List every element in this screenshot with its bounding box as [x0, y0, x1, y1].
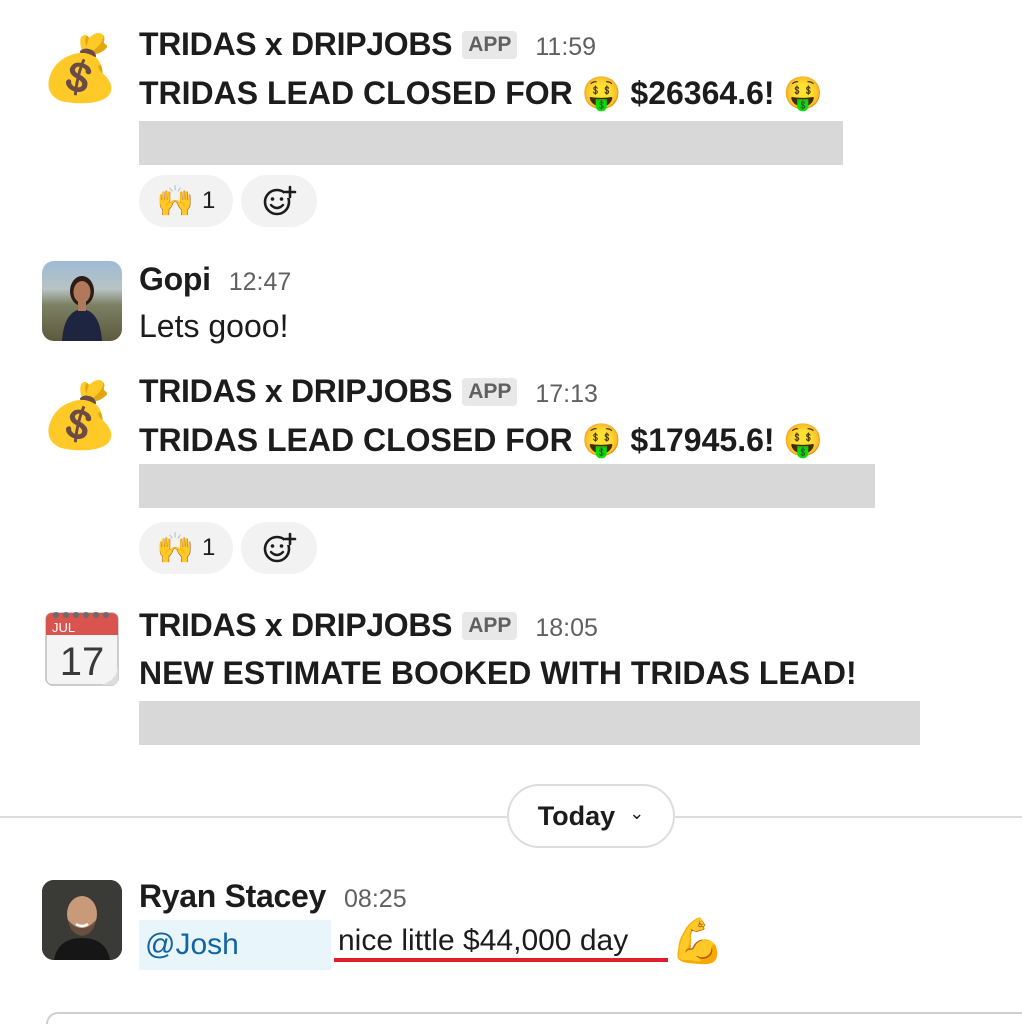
money-bag-avatar[interactable]: 💰 — [40, 375, 120, 455]
timestamp[interactable]: 08:25 — [344, 885, 407, 914]
timestamp[interactable]: 18:05 — [535, 614, 598, 643]
message-header: Ryan Stacey 08:25 — [139, 878, 407, 915]
chevron-down-icon: ⌄ — [629, 802, 645, 823]
sender-name[interactable]: TRIDAS x DRIPJOBS — [139, 26, 452, 63]
redacted-block — [139, 121, 843, 165]
calendar-avatar[interactable]: JUL 17 — [44, 609, 120, 687]
sender-name[interactable]: TRIDAS x DRIPJOBS — [139, 373, 452, 410]
date-divider-button[interactable]: Today ⌄ — [507, 784, 675, 848]
amount: $17945.6! — [630, 422, 775, 458]
app-badge: APP — [462, 612, 518, 640]
sender-name[interactable]: TRIDAS x DRIPJOBS — [139, 607, 452, 644]
avatar[interactable] — [42, 880, 122, 960]
redacted-block — [139, 464, 875, 508]
message-text-prefix: TRIDAS LEAD CLOSED FOR — [139, 422, 573, 458]
sender-name[interactable]: Gopi — [139, 261, 211, 298]
add-reaction-button[interactable] — [241, 175, 317, 227]
reaction-raised-hands[interactable]: 🙌 1 — [139, 175, 233, 227]
app-badge: APP — [462, 378, 518, 406]
message-header: TRIDAS x DRIPJOBS APP 11:59 — [139, 26, 596, 63]
add-reaction-icon — [263, 185, 297, 216]
person-photo-icon — [62, 276, 102, 341]
message-header: TRIDAS x DRIPJOBS APP 18:05 — [139, 607, 598, 644]
sender-name[interactable]: Ryan Stacey — [139, 878, 326, 915]
message-text: Lets gooo! — [139, 308, 289, 344]
money-mouth-face-icon: 🤑 — [581, 422, 622, 458]
money-mouth-face-icon: 🤑 — [783, 75, 824, 111]
calendar-icon: JUL 17 — [45, 612, 119, 686]
message-text: NEW ESTIMATE BOOKED WITH TRIDAS LEAD! — [139, 655, 857, 691]
reaction-count: 1 — [202, 187, 216, 214]
reaction-count: 1 — [202, 534, 216, 561]
money-bag-avatar[interactable]: 💰 — [40, 28, 120, 108]
message-composer[interactable] — [46, 1012, 1022, 1024]
timestamp[interactable]: 17:13 — [535, 380, 598, 409]
add-reaction-button[interactable] — [241, 522, 317, 574]
timestamp[interactable]: 12:47 — [229, 268, 292, 297]
person-photo-icon — [42, 880, 122, 960]
message-header: TRIDAS x DRIPJOBS APP 17:13 — [139, 373, 598, 410]
avatar[interactable] — [42, 261, 122, 341]
calendar-day: 17 — [60, 640, 105, 684]
redacted-block — [139, 701, 920, 745]
money-mouth-face-icon: 🤑 — [783, 422, 824, 458]
amount: $26364.6! — [630, 75, 775, 111]
timestamp[interactable]: 11:59 — [535, 33, 596, 62]
message-text-prefix: TRIDAS LEAD CLOSED FOR — [139, 75, 573, 111]
money-bag-icon: 💰 — [40, 32, 120, 104]
message-text: nice little $44,000 day — [338, 924, 629, 957]
money-mouth-face-icon: 🤑 — [581, 75, 622, 111]
user-mention[interactable]: @Josh — [139, 920, 331, 970]
raised-hands-icon: 🙌 — [156, 531, 194, 565]
reaction-raised-hands[interactable]: 🙌 1 — [139, 522, 233, 574]
money-bag-icon: 💰 — [40, 379, 120, 451]
app-badge: APP — [462, 31, 518, 59]
add-reaction-icon — [263, 532, 297, 563]
calendar-month: JUL — [52, 620, 75, 635]
message-header: Gopi 12:47 — [139, 261, 291, 298]
date-divider-label: Today — [537, 800, 616, 831]
message-text: TRIDAS LEAD CLOSED FOR 🤑 $17945.6! 🤑 — [139, 421, 823, 459]
message-text: TRIDAS LEAD CLOSED FOR 🤑 $26364.6! 🤑 — [139, 74, 823, 112]
flexed-biceps-icon: 💪 — [670, 917, 725, 966]
raised-hands-icon: 🙌 — [156, 184, 194, 218]
red-underline-annotation — [334, 958, 668, 962]
